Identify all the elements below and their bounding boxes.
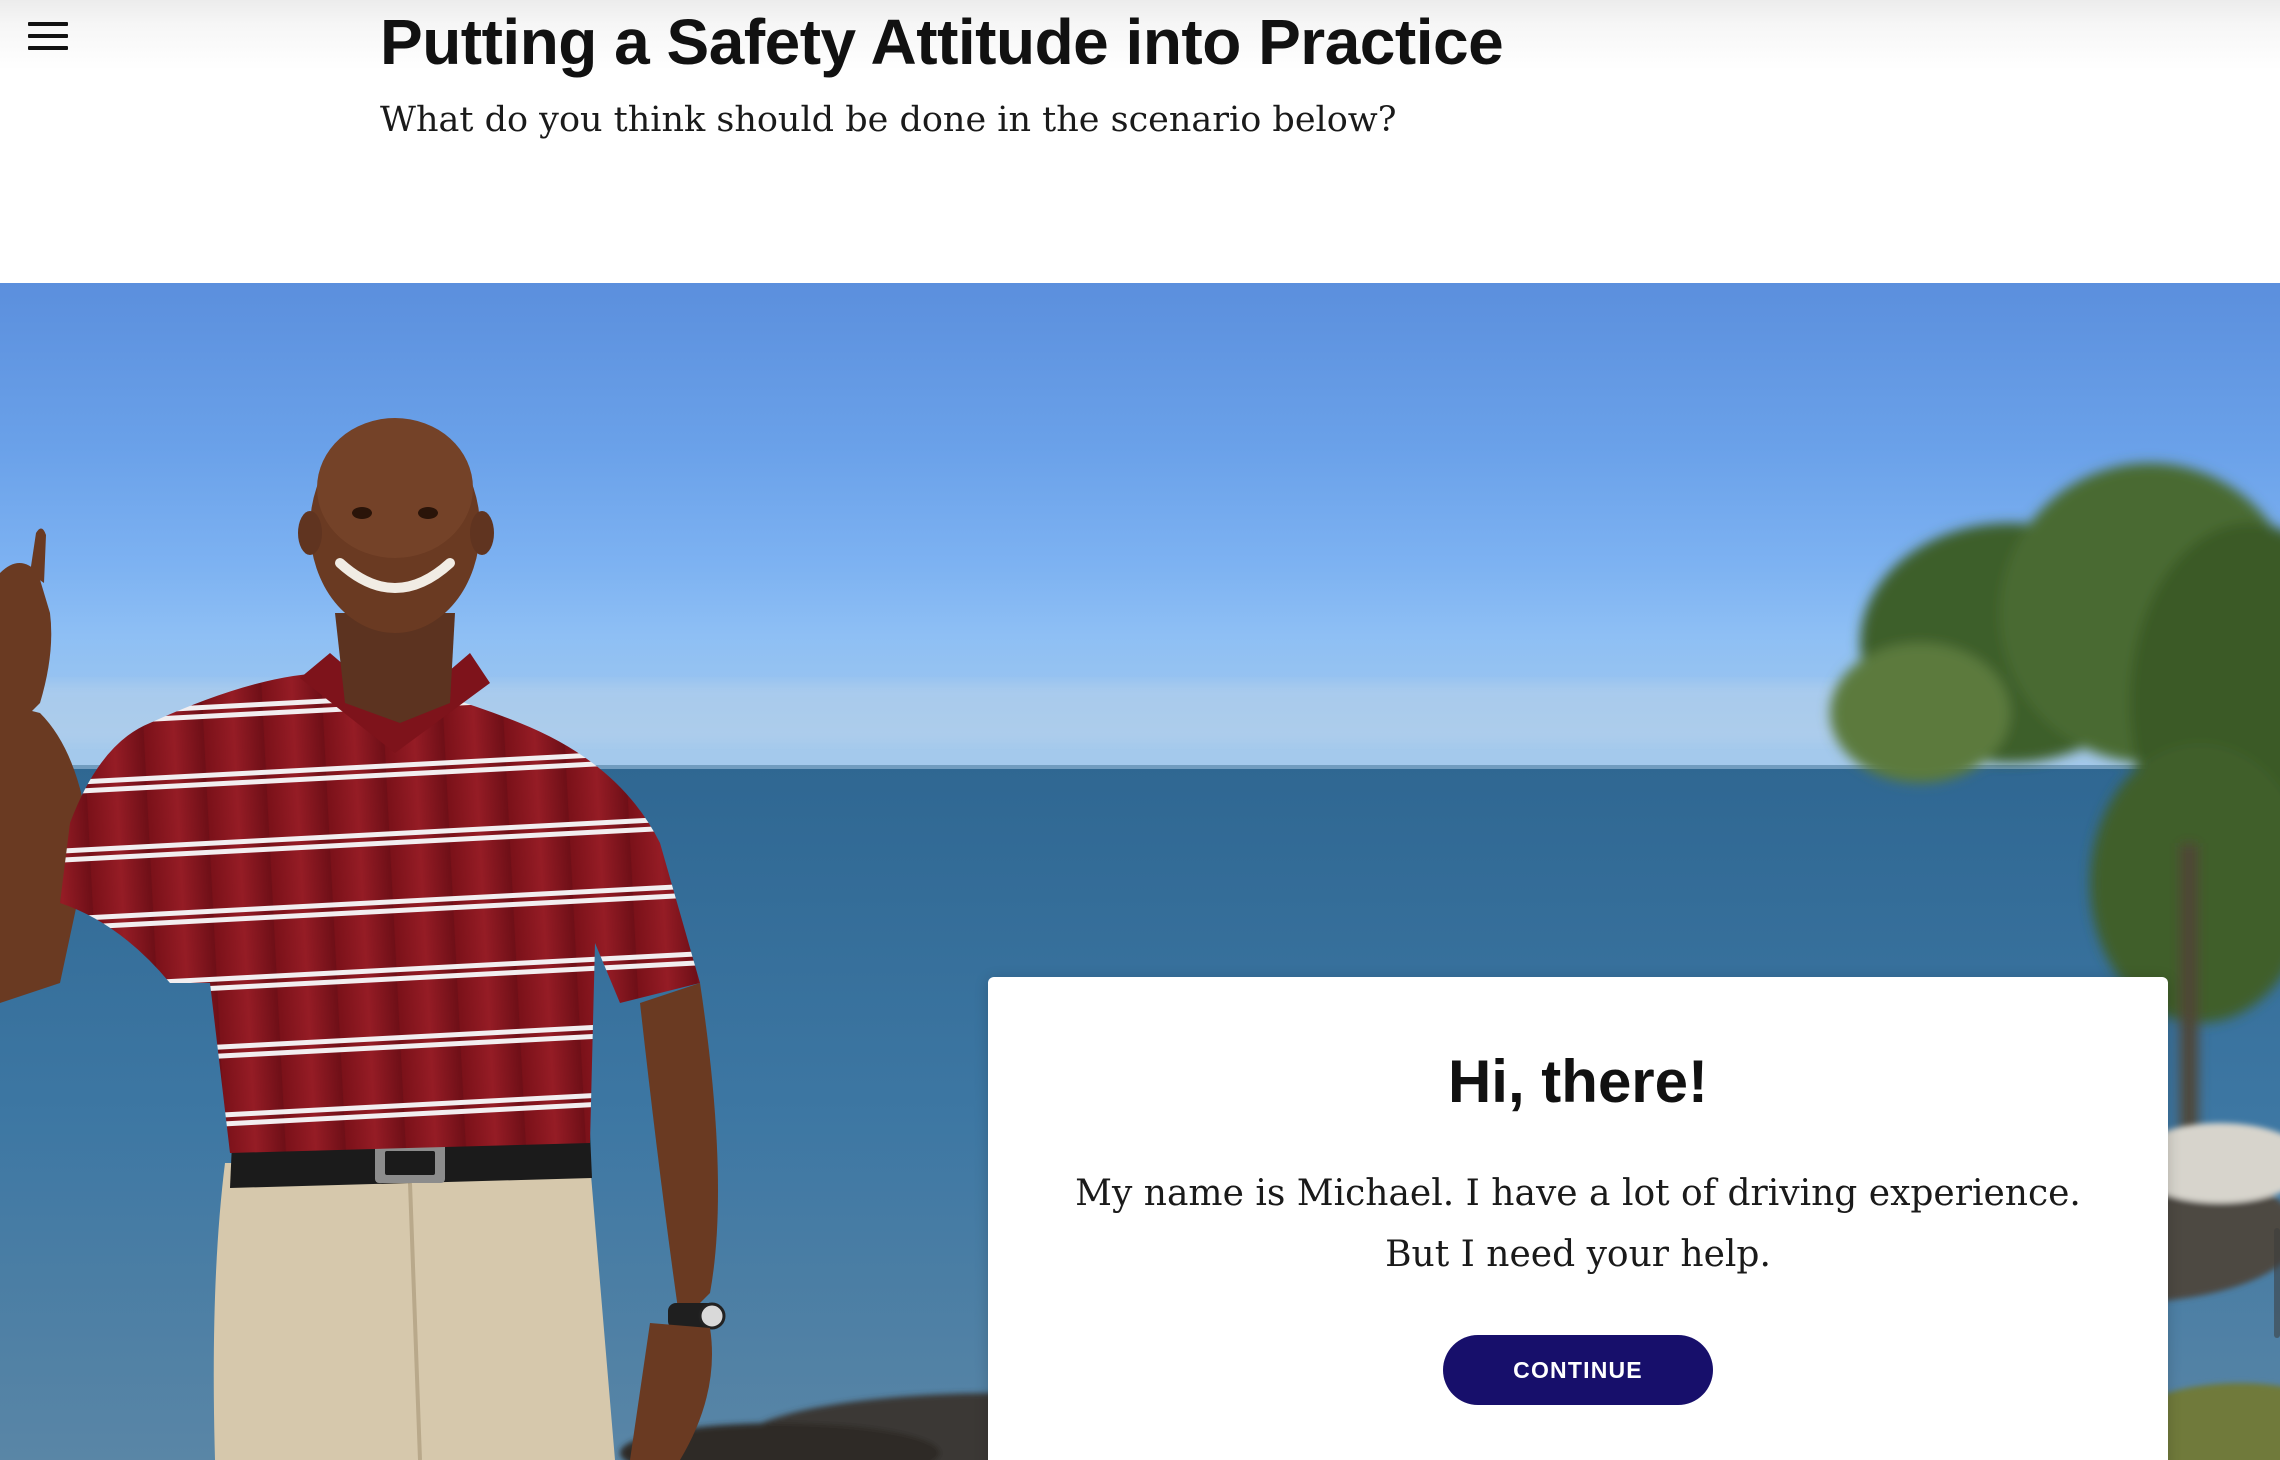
dialog-heading: Hi, there! [1447, 1048, 1709, 1115]
continue-button[interactable]: CONTINUE [1443, 1335, 1713, 1405]
hamburger-menu-icon-bar [28, 46, 68, 50]
scrollbar-thumb[interactable] [2274, 1228, 2280, 1338]
hamburger-menu-icon [28, 22, 68, 26]
page-title: Putting a Safety Attitude into Practice [380, 6, 1504, 78]
page-subtitle: What do you think should be done in the … [380, 100, 1397, 140]
intro-dialog-card: Hi, there! My name is Michael. I have a … [988, 977, 2168, 1460]
menu-button[interactable] [22, 14, 78, 58]
dialog-text: My name is Michael. I have a lot of driv… [1075, 1173, 2081, 1275]
lesson-header: Putting a Safety Attitude into Practice … [380, 0, 2080, 142]
scenario-block: Hi, there! My name is Michael. I have a … [0, 283, 2280, 1460]
hamburger-menu-icon-bar [28, 34, 68, 38]
